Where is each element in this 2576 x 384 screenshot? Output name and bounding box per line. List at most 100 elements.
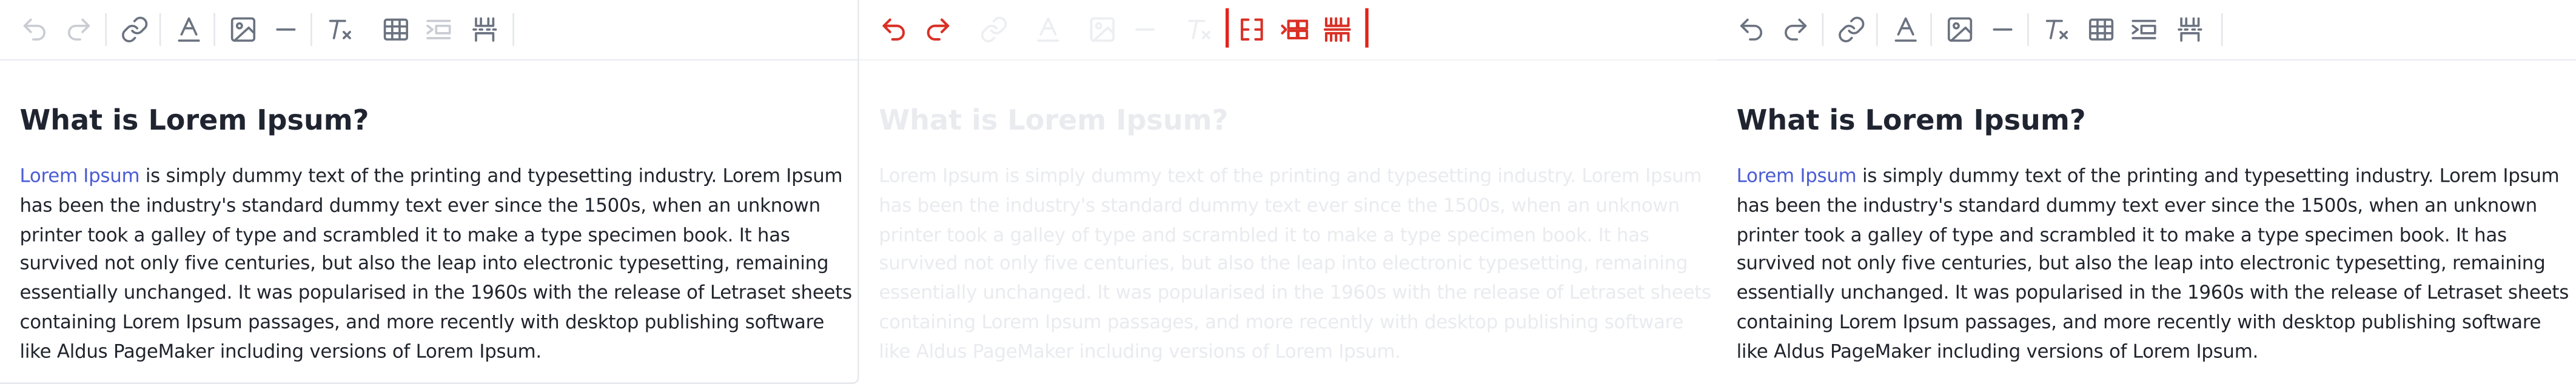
image-button[interactable] xyxy=(222,8,264,51)
text-color-icon xyxy=(1894,17,1917,42)
paragraph-line: has been the industry's standard dummy t… xyxy=(879,193,1680,217)
clear-format-button[interactable] xyxy=(1178,8,1220,51)
editor-content[interactable]: What is Lorem Ipsum? Lorem Ipsum is simp… xyxy=(1736,102,2569,367)
page-break-icon xyxy=(472,17,497,42)
paragraph-line: containing Lorem Ipsum passages, and mor… xyxy=(19,310,825,333)
image-icon xyxy=(1947,17,1973,42)
link-button[interactable] xyxy=(973,8,1015,51)
paragraph-line: like Aldus PageMaker including versions … xyxy=(879,339,1401,363)
paragraph-line: survived not only five centuries, but al… xyxy=(1736,251,2546,275)
undo-button[interactable] xyxy=(13,8,56,51)
page-break-icon xyxy=(1323,17,1351,42)
redo-icon xyxy=(68,18,90,41)
image-button[interactable] xyxy=(1081,8,1124,51)
toolbar-separator xyxy=(310,13,312,46)
redo-icon xyxy=(927,18,950,41)
paragraph-line: essentially unchanged. It was popularise… xyxy=(19,280,853,304)
paragraph-line: survived not only five centuries, but al… xyxy=(19,251,829,275)
paragraph-line: essentially unchanged. It was popularise… xyxy=(879,280,1711,304)
indent-icon xyxy=(1281,19,1309,40)
table-icon xyxy=(2088,18,2114,41)
document-heading: What is Lorem Ipsum? xyxy=(879,105,1229,138)
paragraph-line: has been the industry's standard dummy t… xyxy=(19,193,821,217)
page-break-button[interactable] xyxy=(2168,8,2211,51)
editor-panel-right: What is Lorem Ipsum? Lorem Ipsum is simp… xyxy=(1717,0,2576,384)
paragraph-line: Lorem Ipsum is simply dummy text of the … xyxy=(1736,164,2560,187)
toolbar-separator xyxy=(1822,13,1824,46)
link-icon xyxy=(122,16,148,42)
indent-button[interactable] xyxy=(2122,8,2165,51)
indent-button[interactable] xyxy=(417,8,460,51)
table-icon xyxy=(1241,18,1263,41)
paragraph-line: essentially unchanged. It was popularise… xyxy=(1736,280,2569,304)
link-icon xyxy=(981,16,1007,42)
document-paragraph: Lorem Ipsum is simply dummy text of the … xyxy=(879,162,1711,367)
redo-icon xyxy=(1785,18,1807,41)
editor-panel-left: What is Lorem Ipsum? Lorem Ipsum is simp… xyxy=(0,0,859,384)
paragraph-line: survived not only five centuries, but al… xyxy=(879,251,1688,275)
editor-toolbar xyxy=(859,0,1719,61)
page-break-button[interactable] xyxy=(1316,8,1358,51)
image-button[interactable] xyxy=(1939,8,1981,51)
clear-format-button[interactable] xyxy=(2036,8,2078,51)
toolbar-separator xyxy=(105,13,107,46)
document-paragraph: Lorem Ipsum is simply dummy text of the … xyxy=(19,162,853,367)
editor-toolbar xyxy=(1717,0,2576,61)
editor-content[interactable]: What is Lorem Ipsum? Lorem Ipsum is simp… xyxy=(19,102,853,367)
text-color-icon xyxy=(1037,17,1059,42)
text-color-button[interactable] xyxy=(1027,8,1069,51)
indent-button[interactable] xyxy=(1273,8,1316,51)
toolbar-separator xyxy=(1930,13,1933,46)
toolbar-separator xyxy=(213,13,215,46)
clear-format-icon xyxy=(2045,19,2068,39)
undo-icon xyxy=(1740,18,1762,41)
toolbar-separator xyxy=(2027,13,2029,46)
lorem-ipsum-link[interactable]: Lorem Ipsum xyxy=(1737,164,1857,187)
redo-button[interactable] xyxy=(1774,8,1817,51)
image-icon xyxy=(1090,17,1115,42)
lorem-ipsum-link[interactable]: Lorem Ipsum xyxy=(20,164,140,187)
table-button[interactable] xyxy=(375,8,417,51)
horizontal-rule-button[interactable] xyxy=(264,8,307,51)
paragraph-line: like Aldus PageMaker including versions … xyxy=(1736,339,2259,363)
horizontal-rule-icon xyxy=(276,28,296,31)
undo-icon xyxy=(23,18,45,41)
editor-panel-middle: What is Lorem Ipsum? Lorem Ipsum is simp… xyxy=(859,0,1719,384)
undo-button[interactable] xyxy=(1730,8,1773,51)
paragraph-line: like Aldus PageMaker including versions … xyxy=(19,339,542,363)
paragraph-line: printer took a galley of type and scramb… xyxy=(1736,222,2507,246)
horizontal-rule-icon xyxy=(1135,28,1155,31)
editor-content[interactable]: What is Lorem Ipsum? Lorem Ipsum is simp… xyxy=(879,102,1711,367)
page-break-button[interactable] xyxy=(463,8,506,51)
debug-marker-line xyxy=(1226,8,1229,48)
toolbar-separator xyxy=(159,13,161,46)
text-color-button[interactable] xyxy=(1884,8,1927,51)
table-button[interactable] xyxy=(2080,8,2122,51)
toolbar-separator xyxy=(1876,13,1878,46)
redo-button[interactable] xyxy=(917,8,959,51)
lorem-ipsum-link[interactable]: Lorem Ipsum xyxy=(879,164,999,187)
toolbar-separator xyxy=(512,13,514,46)
horizontal-rule-button[interactable] xyxy=(1124,8,1166,51)
link-button[interactable] xyxy=(113,8,156,51)
redo-button[interactable] xyxy=(58,8,100,51)
paragraph-line: printer took a galley of type and scramb… xyxy=(879,222,1649,246)
clear-format-button[interactable] xyxy=(319,8,361,51)
debug-marker-line xyxy=(1365,8,1368,48)
horizontal-rule-button[interactable] xyxy=(1981,8,2024,51)
table-button[interactable] xyxy=(1230,8,1273,51)
paragraph-line: containing Lorem Ipsum passages, and mor… xyxy=(1736,310,2541,333)
paragraph-line: Lorem Ipsum is simply dummy text of the … xyxy=(879,164,1702,187)
document-heading: What is Lorem Ipsum? xyxy=(19,105,369,138)
document-paragraph: Lorem Ipsum is simply dummy text of the … xyxy=(1736,162,2569,367)
undo-icon xyxy=(882,18,905,41)
table-icon xyxy=(383,18,409,41)
undo-button[interactable] xyxy=(873,8,915,51)
image-icon xyxy=(230,17,256,42)
text-color-icon xyxy=(178,17,200,42)
text-color-button[interactable] xyxy=(167,8,210,51)
clear-format-icon xyxy=(329,19,351,39)
toolbar-separator xyxy=(2221,13,2223,46)
paragraph-line: printer took a galley of type and scramb… xyxy=(19,222,790,246)
link-button[interactable] xyxy=(1830,8,1873,51)
